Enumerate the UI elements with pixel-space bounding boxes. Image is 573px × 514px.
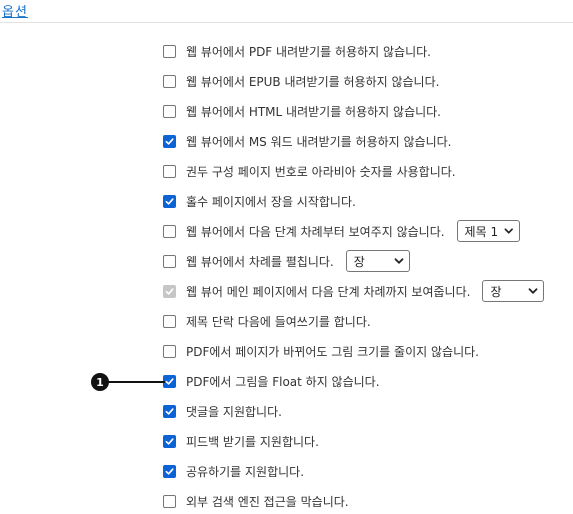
checkbox[interactable] bbox=[163, 404, 176, 418]
checkbox[interactable] bbox=[163, 74, 176, 88]
options-title[interactable]: 옵션 bbox=[2, 1, 28, 20]
checkbox[interactable] bbox=[163, 314, 176, 328]
checkbox[interactable] bbox=[163, 194, 176, 208]
expand-toc-select[interactable]: 장 bbox=[345, 250, 410, 272]
chevron-down-icon bbox=[529, 288, 538, 294]
select-value: 장 bbox=[353, 254, 365, 269]
option-row[interactable]: PDF에서 그림을 Float 하지 않습니다. bbox=[163, 371, 380, 391]
check-icon bbox=[165, 467, 174, 475]
option-label: 웹 뷰어에서 다음 단계 차례부터 보여주지 않습니다. bbox=[186, 224, 445, 239]
option-row[interactable]: 댓글을 지원합니다. bbox=[163, 401, 282, 421]
checkbox-disabled bbox=[163, 284, 176, 298]
check-icon bbox=[165, 407, 174, 415]
option-label: 권두 구성 페이지 번호로 아라비아 숫자를 사용합니다. bbox=[186, 164, 456, 179]
option-label: 공유하기를 지원합니다. bbox=[186, 464, 305, 479]
option-label: 웹 뷰어에서 PDF 내려받기를 허용하지 않습니다. bbox=[186, 44, 431, 59]
checkbox[interactable] bbox=[163, 434, 176, 448]
option-label: 웹 뷰어에서 MS 워드 내려받기를 허용하지 않습니다. bbox=[186, 134, 452, 149]
checkbox[interactable] bbox=[163, 464, 176, 478]
option-row[interactable]: 웹 뷰어에서 PDF 내려받기를 허용하지 않습니다. bbox=[163, 41, 431, 61]
select-value: 제목 1 bbox=[464, 224, 499, 239]
annotation-marker-label: 1 bbox=[96, 375, 104, 389]
check-icon bbox=[165, 197, 174, 205]
checkbox[interactable] bbox=[163, 344, 176, 358]
option-row: 웹 뷰어 메인 페이지에서 다음 단계 차례까지 보여줍니다. 장 bbox=[163, 280, 545, 302]
option-label: PDF에서 페이지가 바뀌어도 그림 크기를 줄이지 않습니다. bbox=[186, 344, 479, 359]
option-row[interactable]: 홀수 페이지에서 장을 시작합니다. bbox=[163, 191, 356, 211]
option-label: 웹 뷰어 메인 페이지에서 다음 단계 차례까지 보여줍니다. bbox=[186, 284, 471, 299]
main-page-toc-select[interactable]: 장 bbox=[482, 280, 545, 302]
option-label: 웹 뷰어에서 EPUB 내려받기를 허용하지 않습니다. bbox=[186, 74, 440, 89]
chevron-down-icon bbox=[504, 228, 513, 234]
option-row[interactable]: 권두 구성 페이지 번호로 아라비아 숫자를 사용합니다. bbox=[163, 161, 456, 181]
option-row[interactable]: PDF에서 페이지가 바뀌어도 그림 크기를 줄이지 않습니다. bbox=[163, 341, 479, 361]
option-row[interactable]: 웹 뷰어에서 HTML 내려받기를 허용하지 않습니다. bbox=[163, 101, 441, 121]
option-label: 웹 뷰어에서 HTML 내려받기를 허용하지 않습니다. bbox=[186, 104, 442, 119]
options-header: 옵션 bbox=[0, 0, 573, 23]
check-icon bbox=[165, 437, 174, 445]
option-row[interactable]: 공유하기를 지원합니다. bbox=[163, 461, 304, 481]
checkbox[interactable] bbox=[163, 494, 176, 508]
annotation-marker: 1 bbox=[91, 373, 109, 391]
option-row[interactable]: 외부 검색 엔진 접근을 막습니다. bbox=[163, 491, 349, 511]
checkbox[interactable] bbox=[163, 44, 176, 58]
option-row[interactable]: 웹 뷰어에서 MS 워드 내려받기를 허용하지 않습니다. bbox=[163, 131, 451, 151]
option-label: 웹 뷰어에서 차례를 펼칩니다. bbox=[186, 254, 334, 269]
option-label: 제목 단락 다음에 들여쓰기를 합니다. bbox=[186, 314, 371, 329]
chevron-down-icon bbox=[394, 258, 404, 264]
option-label: PDF에서 그림을 Float 하지 않습니다. bbox=[186, 374, 380, 389]
check-icon bbox=[165, 287, 174, 295]
toc-level-select[interactable]: 제목 1 bbox=[456, 220, 520, 242]
option-label: 외부 검색 엔진 접근을 막습니다. bbox=[186, 494, 349, 509]
check-icon bbox=[165, 137, 174, 145]
option-row[interactable]: 웹 뷰어에서 차례를 펼칩니다. 장 bbox=[163, 250, 410, 272]
check-icon bbox=[165, 377, 174, 385]
option-row[interactable]: 웹 뷰어에서 다음 단계 차례부터 보여주지 않습니다. 제목 1 bbox=[163, 220, 520, 242]
checkbox[interactable] bbox=[163, 164, 176, 178]
checkbox[interactable] bbox=[163, 104, 176, 118]
option-label: 홀수 페이지에서 장을 시작합니다. bbox=[186, 194, 356, 209]
option-row[interactable]: 웹 뷰어에서 EPUB 내려받기를 허용하지 않습니다. bbox=[163, 71, 439, 91]
option-row[interactable]: 제목 단락 다음에 들여쓰기를 합니다. bbox=[163, 311, 371, 331]
checkbox[interactable] bbox=[163, 224, 176, 238]
checkbox[interactable] bbox=[163, 134, 176, 148]
checkbox[interactable] bbox=[163, 254, 176, 268]
annotation-pointer-line bbox=[108, 381, 165, 383]
option-row[interactable]: 피드백 받기를 지원합니다. bbox=[163, 431, 319, 451]
option-label: 피드백 받기를 지원합니다. bbox=[186, 434, 319, 449]
option-label: 댓글을 지원합니다. bbox=[186, 404, 282, 419]
select-value: 장 bbox=[490, 284, 502, 299]
